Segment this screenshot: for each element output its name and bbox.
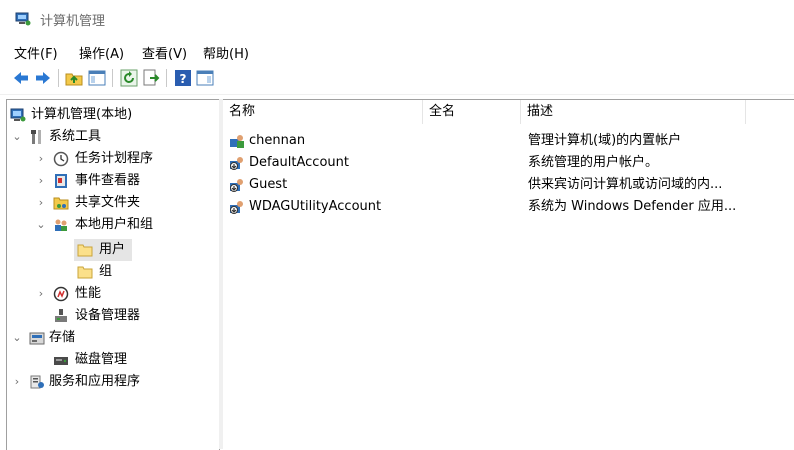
svg-text:?: ? [180,72,187,86]
menu-file[interactable]: 文件(F) [14,43,58,62]
toolbar-divider [0,94,794,95]
user-description: 系统为 Windows Defender 应用... [528,199,737,214]
event-viewer-icon [55,174,67,188]
help-icon[interactable]: ? [174,69,192,87]
disabled-user-icon [230,201,243,214]
disabled-user-icon [230,179,243,192]
services-apps-icon [30,375,44,389]
users-group-icon [55,219,67,231]
system-tools-icon [31,130,41,144]
chevron-right-icon[interactable]: › [11,371,23,393]
disk-management-icon [54,357,68,365]
user-description: 供来宾访问计算机或访问域的内... [528,177,723,192]
user-name: DefaultAccount [249,155,349,170]
console-tree[interactable]: 计算机管理(本地) ⌄ 系统工具 › 任务计划程序 › 事件查看器 › 共享文件… [6,99,220,450]
export-list-icon[interactable] [142,69,160,87]
back-icon[interactable] [12,69,30,87]
chevron-down-icon[interactable]: ⌄ [35,214,47,236]
users-list[interactable]: 名称 全名 描述 chennan 管理计算机(域)的内置帐户 DefaultAc… [223,99,794,450]
clock-icon [53,151,69,167]
user-description: 管理计算机(域)的内置帐户 [528,133,682,148]
shared-folder-icon [53,197,69,210]
toolbar-separator [112,69,113,87]
show-hide-console-tree-icon[interactable] [88,69,106,87]
user-name: Guest [249,177,288,192]
menu-view[interactable]: 查看(V) [142,43,187,62]
user-icon [230,135,244,148]
storage-icon [29,332,45,345]
performance-icon [53,286,69,302]
window-title: 计算机管理 [40,14,106,29]
list-item[interactable]: chennan 管理计算机(域)的内置帐户 [223,131,794,151]
column-header-description[interactable]: 描述 [521,100,746,124]
computer-management-icon [15,12,31,26]
chevron-down-icon[interactable]: ⌄ [11,126,23,148]
device-manager-icon [55,309,67,322]
toolbar-separator [58,69,59,87]
menu-action[interactable]: 操作(A) [79,43,124,62]
refresh-icon[interactable] [120,69,138,87]
list-item[interactable]: Guest 供来宾访问计算机或访问域的内... [223,175,794,195]
up-folder-icon[interactable] [65,69,83,87]
chevron-right-icon[interactable]: › [35,283,47,305]
folder-icon [77,266,93,279]
list-item[interactable]: WDAGUtilityAccount 系统为 Windows Defender … [223,197,794,217]
menu-help[interactable]: 帮助(H) [203,43,249,62]
folder-icon [77,244,93,257]
computer-management-icon [10,108,26,122]
column-header-fullname[interactable]: 全名 [423,100,521,124]
toolbar-separator [166,69,167,87]
title-bar: 计算机管理 [0,0,794,36]
chevron-right-icon[interactable]: › [35,148,47,170]
user-name: chennan [249,133,306,148]
disabled-user-icon [230,157,243,170]
list-item[interactable]: DefaultAccount 系统管理的用户帐户。 [223,153,794,173]
chevron-right-icon[interactable]: › [35,170,47,192]
user-name: WDAGUtilityAccount [249,199,382,214]
menu-bar: 文件(F) 操作(A) 查看(V) 帮助(H) [0,40,794,62]
chevron-down-icon[interactable]: ⌄ [11,327,23,349]
forward-icon[interactable] [34,69,52,87]
show-hide-action-pane-icon[interactable] [196,69,214,87]
toolbar: ? [0,66,794,92]
user-description: 系统管理的用户帐户。 [528,155,659,170]
chevron-right-icon[interactable]: › [35,192,47,214]
column-header-name[interactable]: 名称 [223,100,423,124]
